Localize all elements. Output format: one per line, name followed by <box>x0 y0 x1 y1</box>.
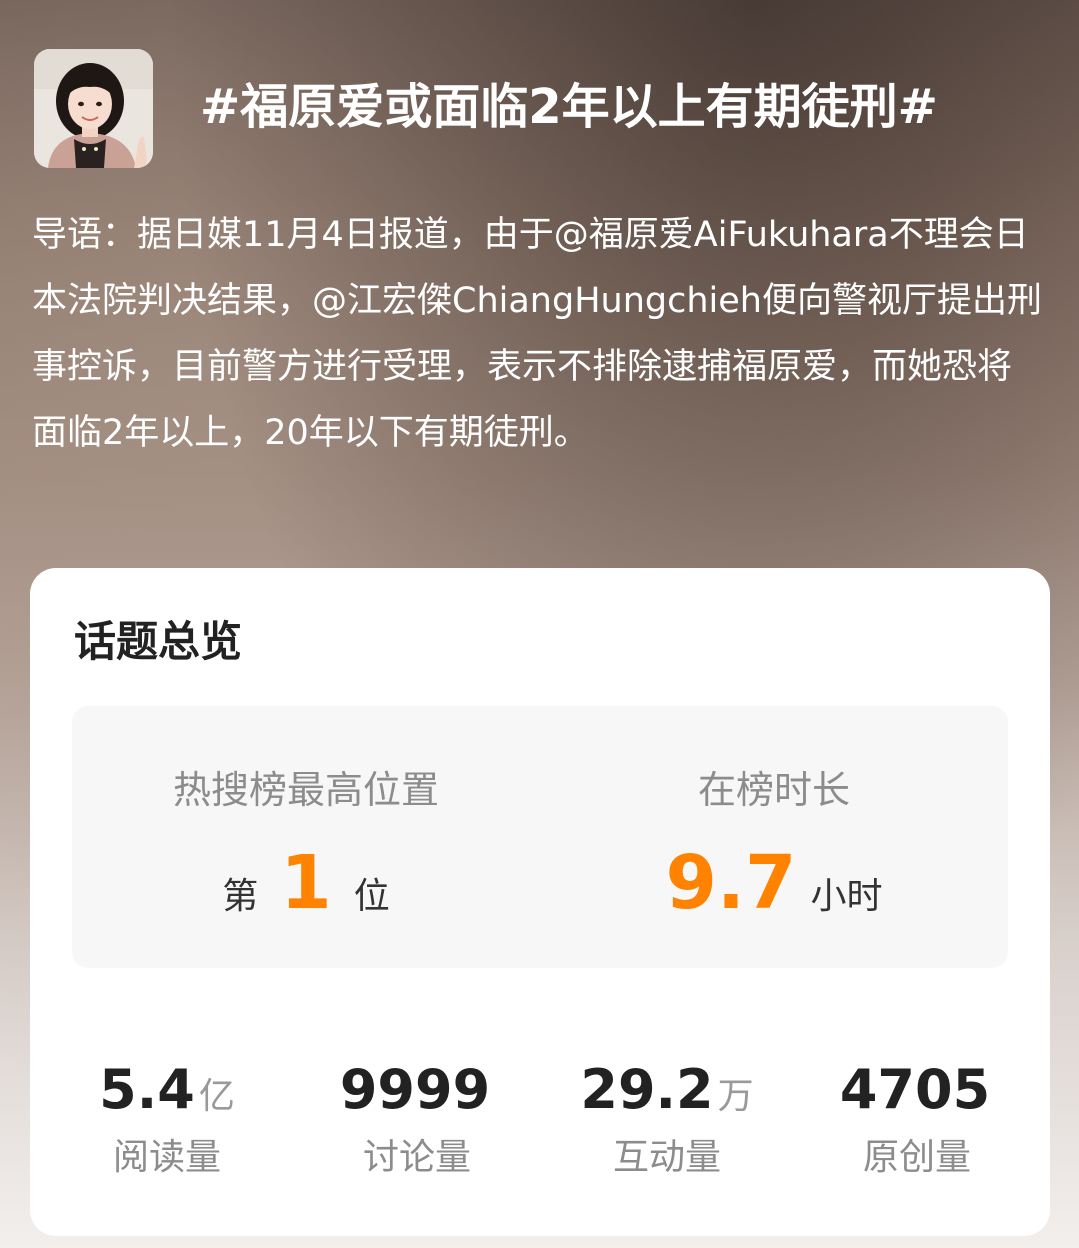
topic-avatar[interactable] <box>34 49 153 168</box>
stat-label: 互动量 <box>612 1137 721 1178</box>
rank-number: 1 <box>280 840 332 926</box>
overview-title: 话题总览 <box>74 617 243 666</box>
stat-interactions: 29.2 万 互动量 <box>542 1058 792 1182</box>
topic-lead: 导语：据日媒11月4日报道，由于@福原爱AiFukuhara不理会日本法院判决结… <box>32 215 1042 453</box>
stat-unit: 亿 <box>198 1076 235 1117</box>
duration-value-row: 9.7 小时 <box>540 838 1008 928</box>
avatar-photo-icon <box>34 49 153 168</box>
stat-reads: 5.4 亿 阅读量 <box>42 1058 292 1182</box>
stat-value: 4705 <box>839 1058 991 1121</box>
rank-prefix: 第 <box>222 876 259 917</box>
duration-unit: 小时 <box>810 876 883 917</box>
stat-original-posts: 4705 原创量 <box>792 1058 1042 1182</box>
hot-search-rank: 热搜榜最高位置 第 1 位 <box>72 762 540 928</box>
stats-row: 5.4 亿 阅读量 9999 讨论量 29.2 万 互动量 4705 原创量 <box>30 1058 1050 1182</box>
stat-label: 讨论量 <box>362 1137 471 1178</box>
rank-suffix: 位 <box>353 876 390 917</box>
rank-label: 热搜榜最高位置 <box>172 768 439 812</box>
duration-label: 在榜时长 <box>697 768 850 812</box>
topic-overview-card: 话题总览 热搜榜最高位置 第 1 位 在榜时长 9.7 小时 5.4 亿 阅读量 <box>30 568 1050 1236</box>
stat-label: 原创量 <box>862 1137 971 1178</box>
stat-value: 5.4 <box>99 1058 195 1121</box>
ranking-box: 热搜榜最高位置 第 1 位 在榜时长 9.7 小时 <box>72 706 1008 968</box>
stat-unit: 万 <box>717 1076 754 1117</box>
stat-discussions: 9999 讨论量 <box>292 1058 542 1182</box>
rank-value-row: 第 1 位 <box>72 838 540 928</box>
stat-label: 阅读量 <box>112 1137 221 1178</box>
on-list-duration: 在榜时长 9.7 小时 <box>540 762 1008 928</box>
stat-value: 29.2 <box>580 1058 714 1121</box>
duration-number: 9.7 <box>665 840 797 926</box>
stat-value: 9999 <box>339 1058 491 1121</box>
topic-title: #福原爱或面临2年以上有期徒刑# <box>200 79 938 135</box>
